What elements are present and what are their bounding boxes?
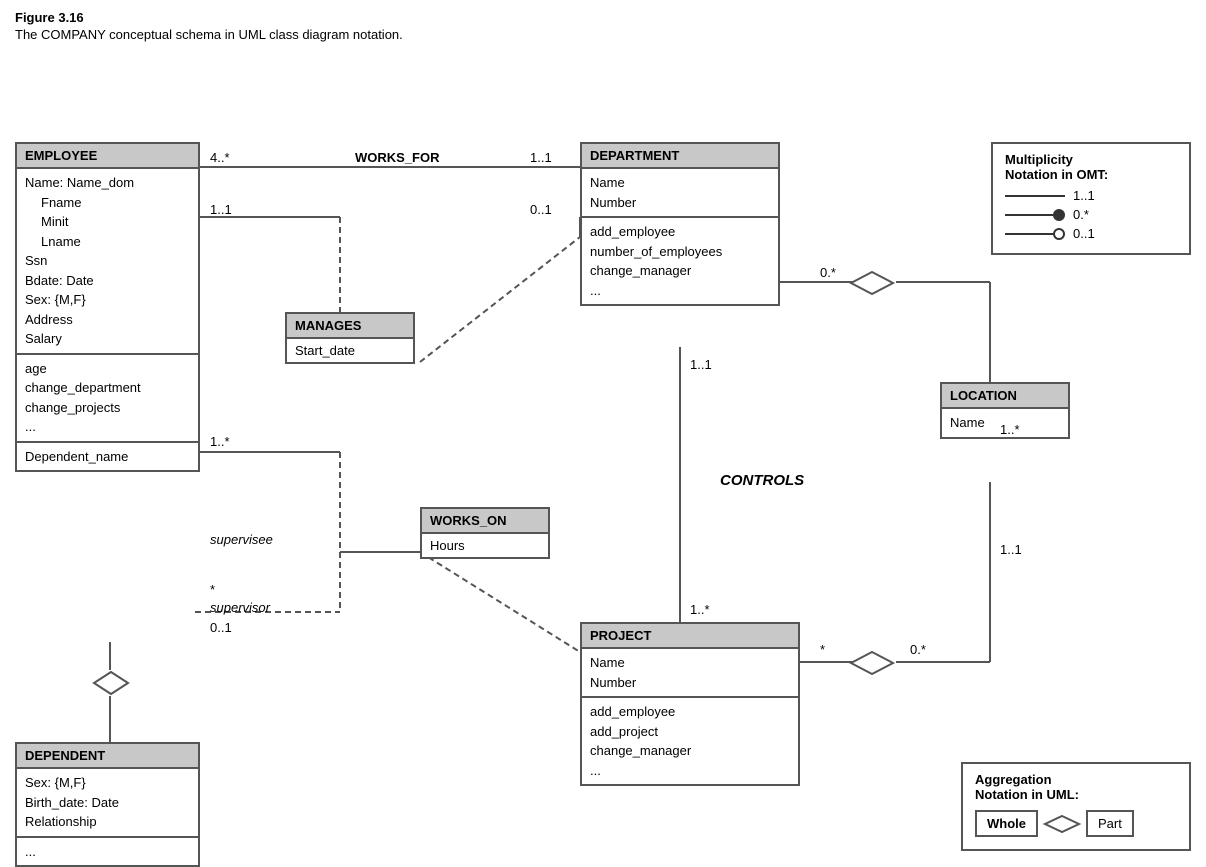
dependent-header: DEPENDENT — [17, 744, 198, 769]
project-class: PROJECT Name Number add_employee add_pro… — [580, 622, 800, 786]
employee-dependent-name: Dependent_name — [17, 443, 198, 471]
aggregation-diamond — [1042, 814, 1082, 834]
notation-row-2: 0.* — [1005, 207, 1177, 222]
supervise-mult3: 0..1 — [210, 620, 232, 635]
supervisor-label: supervisor — [210, 600, 270, 615]
supervisee-label: supervisee — [210, 532, 273, 547]
works-on-attributes: Hours — [422, 534, 548, 557]
figure-title: Figure 3.16 — [0, 0, 1206, 27]
department-methods: add_employee number_of_employees change_… — [582, 218, 778, 304]
project-methods: add_employee add_project change_manager … — [582, 698, 798, 784]
dept-loc-mult1: 0.* — [820, 265, 836, 280]
notation-label-2: 0.* — [1073, 207, 1089, 222]
aggregation-title: Aggregation Notation in UML: — [975, 772, 1177, 802]
department-attributes: Name Number — [582, 169, 778, 218]
works-on-box: WORKS_ON Hours — [420, 507, 550, 559]
dependent-methods: ... — [17, 838, 198, 866]
aggregation-row: Whole Part — [975, 810, 1177, 837]
employee-class: EMPLOYEE Name: Name_dom Fname Minit Lnam… — [15, 142, 200, 472]
aggregation-notation-box: Aggregation Notation in UML: Whole Part — [961, 762, 1191, 851]
project-attributes: Name Number — [582, 649, 798, 698]
department-header: DEPARTMENT — [582, 144, 778, 169]
dependent-class: DEPENDENT Sex: {M,F} Birth_date: Date Re… — [15, 742, 200, 867]
manages-mult2: 0..1 — [530, 202, 552, 217]
dept-loc-mult2: 1..* — [1000, 422, 1020, 437]
loc-mult: 1..1 — [1000, 542, 1022, 557]
supervise-mult2: * — [210, 582, 215, 597]
works-for-label: WORKS_FOR — [355, 150, 440, 165]
part-label: Part — [1086, 810, 1134, 837]
dept-project-mult1: 1..1 — [690, 357, 712, 372]
dept-project-mult2: 1..* — [690, 602, 710, 617]
department-class: DEPARTMENT Name Number add_employee numb… — [580, 142, 780, 306]
notation-title1: Multiplicity Notation in OMT: — [1005, 152, 1177, 182]
supervise-mult1: 1..* — [210, 434, 230, 449]
manages-header: MANAGES — [287, 314, 413, 339]
project-loc-mult2: 0.* — [910, 642, 926, 657]
project-header: PROJECT — [582, 624, 798, 649]
dept-location-diamond — [848, 270, 896, 296]
diagram-area: EMPLOYEE Name: Name_dom Fname Minit Lnam… — [0, 52, 1206, 852]
figure-caption: The COMPANY conceptual schema in UML cla… — [0, 27, 1206, 52]
dependent-diamond — [92, 670, 130, 696]
manages-box: MANAGES Start_date — [285, 312, 415, 364]
notation-row-3: 0..1 — [1005, 226, 1177, 241]
dependent-attributes: Sex: {M,F} Birth_date: Date Relationship — [17, 769, 198, 838]
project-loc-mult1: * — [820, 642, 825, 657]
works-on-header: WORKS_ON — [422, 509, 548, 534]
location-header: LOCATION — [942, 384, 1068, 409]
controls-label: CONTROLS — [720, 472, 804, 489]
whole-label: Whole — [975, 810, 1038, 837]
notation-label-3: 0..1 — [1073, 226, 1095, 241]
manages-attributes: Start_date — [287, 339, 413, 362]
works-for-mult1: 4..* — [210, 150, 230, 165]
notation-label-1: 1..1 — [1073, 188, 1095, 203]
project-location-diamond — [848, 650, 896, 676]
employee-header: EMPLOYEE — [17, 144, 198, 169]
notation-row-1: 1..1 — [1005, 188, 1177, 203]
manages-mult1: 1..1 — [210, 202, 232, 217]
employee-attributes: Name: Name_dom Fname Minit Lname Ssn Bda… — [17, 169, 198, 355]
employee-methods: age change_department change_projects ..… — [17, 355, 198, 443]
works-for-mult2: 1..1 — [530, 150, 552, 165]
multiplicity-notation-box: Multiplicity Notation in OMT: 1..1 0.* 0… — [991, 142, 1191, 255]
